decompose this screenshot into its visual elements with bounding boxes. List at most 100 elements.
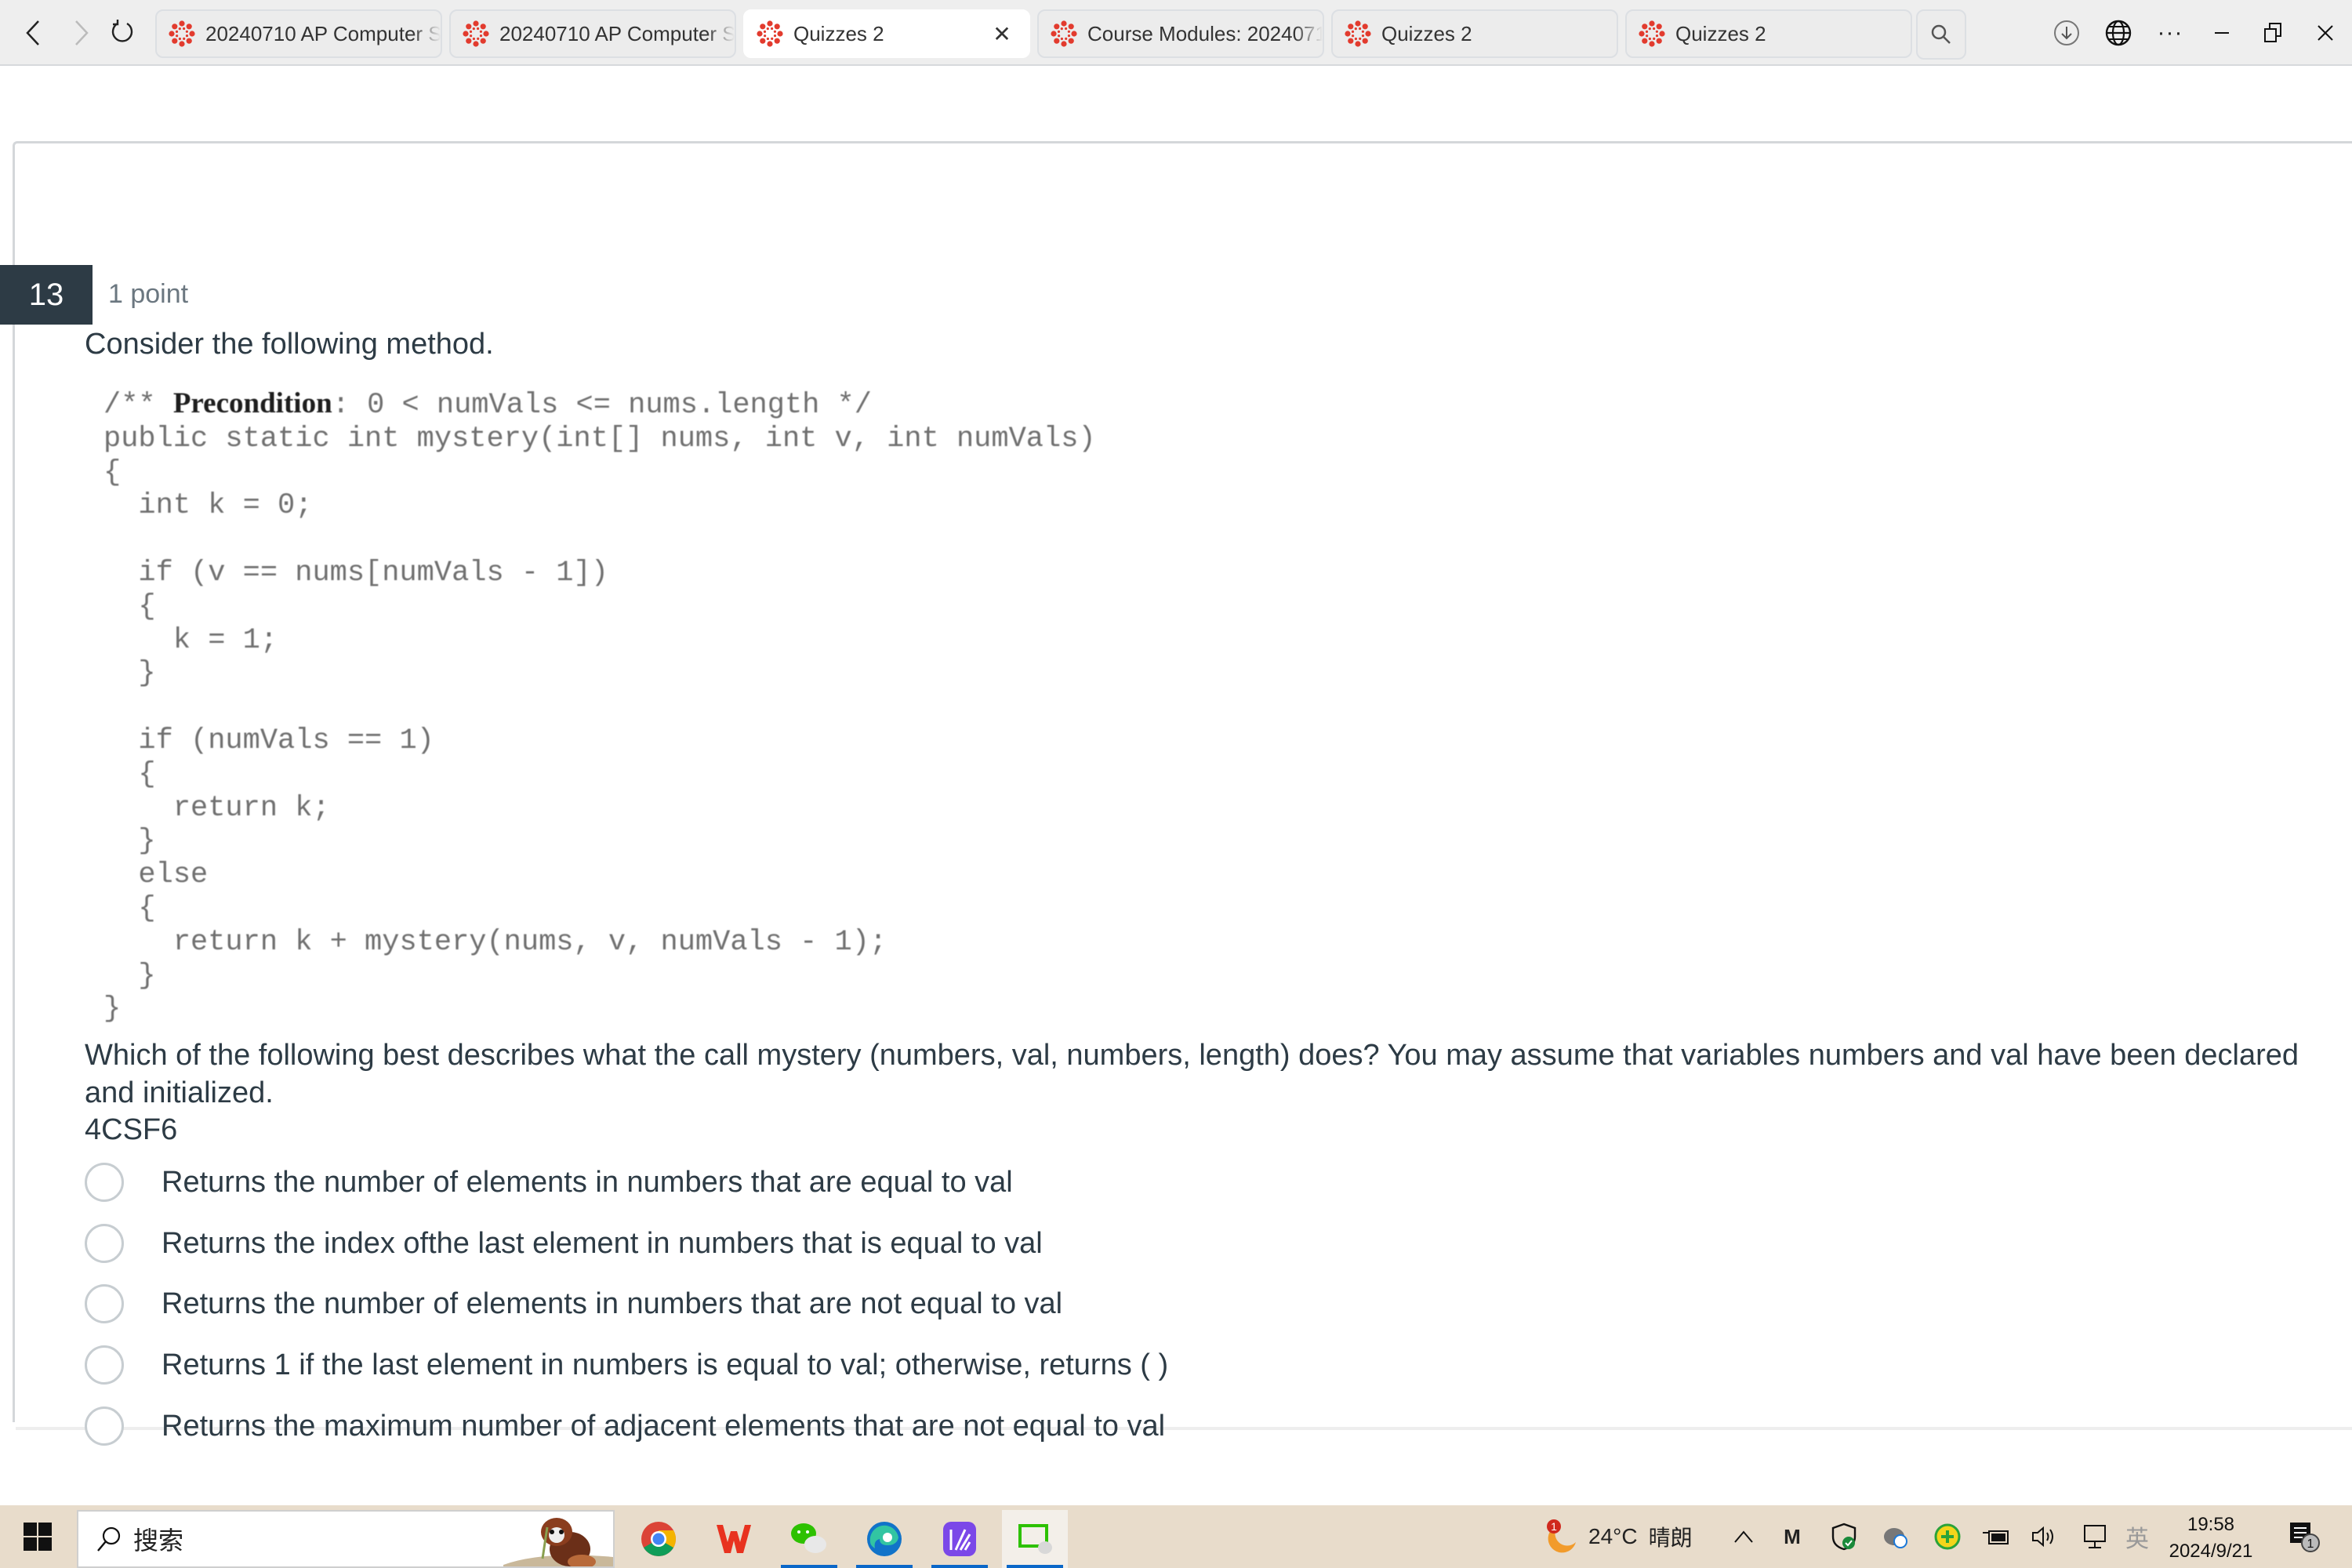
translate-button[interactable] — [2100, 14, 2137, 52]
code-line: return k; — [103, 791, 330, 825]
notification-icon: 1 — [2290, 1523, 2320, 1552]
tray-ime[interactable]: 英 — [2122, 1521, 2153, 1552]
answer-text: Returns 1 if the last element in numbers… — [162, 1348, 1169, 1381]
question-stem: Which of the following best describes wh… — [85, 1039, 2299, 1109]
browser-tab[interactable]: 20240710 AP Computer Science — [155, 9, 442, 58]
browser-tab-bar: 20240710 AP Computer Science 20240710 AP … — [0, 0, 2352, 66]
m-app-icon: M — [1784, 1524, 1801, 1548]
minimize-button[interactable] — [2203, 14, 2241, 52]
tray-m-app[interactable]: M — [1778, 1521, 1806, 1552]
code-line: } — [103, 959, 156, 993]
red-panda-illustration-icon — [503, 1518, 613, 1566]
code-line: int k = 0; — [103, 489, 313, 523]
clock-time: 19:58 — [2187, 1514, 2235, 1535]
taskbar-app-purple[interactable] — [927, 1510, 993, 1568]
more-button[interactable]: ··· — [2151, 14, 2189, 52]
browser-tab[interactable]: 20240710 AP Computer Science — [449, 9, 736, 58]
restore-button[interactable] — [2255, 14, 2292, 52]
forward-icon — [75, 20, 89, 45]
answer-option[interactable]: Returns the number of elements in number… — [85, 1280, 1062, 1327]
restore-icon — [2264, 23, 2281, 42]
question-points: 1 point — [108, 279, 189, 309]
taskbar-clock[interactable]: 19:58 2024/9/21 — [2156, 1512, 2266, 1565]
answer-text: Returns the index ofthe last element in … — [162, 1226, 1043, 1260]
back-icon — [26, 20, 39, 45]
browser-tab[interactable]: Quizzes 2 — [1331, 9, 1618, 58]
tray-overflow-button[interactable] — [1730, 1521, 1758, 1552]
answer-radio[interactable] — [85, 1345, 124, 1385]
code-line: } — [103, 657, 156, 691]
close-window-button[interactable] — [2307, 14, 2344, 52]
tray-network[interactable] — [2079, 1521, 2111, 1552]
refresh-icon — [111, 20, 133, 42]
taskbar-app-wps[interactable] — [701, 1510, 767, 1568]
tab-title: Course Modules: 20240710 — [1087, 21, 1323, 45]
windows-icon — [24, 1523, 52, 1551]
battery-plug-icon — [1983, 1530, 2009, 1544]
answer-text: Returns the number of elements in number… — [162, 1165, 1013, 1199]
code-line: { — [103, 891, 156, 925]
tray-green-app[interactable] — [1933, 1521, 1962, 1552]
more-icon: ··· — [2157, 20, 2183, 45]
code-comment-rest: : 0 < numVals <= nums.length */ — [332, 389, 872, 422]
clock-date: 2024/9/21 — [2169, 1541, 2253, 1562]
plus-circle-icon — [1934, 1523, 1961, 1550]
code-precondition-label: Precondition — [172, 387, 332, 419]
question-intro: Consider the following method. — [85, 328, 494, 361]
search-icon — [1931, 24, 1951, 44]
taskbar-app-chrome[interactable] — [626, 1510, 691, 1568]
running-indicator — [931, 1565, 988, 1568]
wechat-screen-icon — [1018, 1524, 1052, 1554]
volume-icon — [2032, 1526, 2053, 1548]
answer-option[interactable]: Returns the maximum number of adjacent e… — [85, 1403, 1165, 1450]
start-button[interactable] — [22, 1521, 53, 1552]
tray-security[interactable] — [1830, 1521, 1858, 1552]
browser-tab[interactable]: Course Modules: 20240710 — [1037, 9, 1324, 58]
weather-moon-icon: 1 — [1547, 1519, 1576, 1553]
forward-button[interactable] — [63, 14, 100, 52]
answer-radio[interactable] — [85, 1406, 124, 1446]
tab-search-button[interactable] — [1916, 9, 1966, 60]
notification-center-button[interactable]: 1 — [2285, 1521, 2324, 1552]
wechat-icon — [791, 1523, 826, 1553]
weather-widget[interactable]: 1 24°C 晴朗 — [1543, 1519, 1693, 1553]
taskbar-search-input[interactable]: 搜索 — [77, 1510, 615, 1568]
tray-battery[interactable] — [1980, 1521, 2012, 1552]
downloads-button[interactable] — [2048, 14, 2085, 52]
running-indicator — [856, 1565, 913, 1568]
tray-volume[interactable] — [2029, 1521, 2060, 1552]
answer-option[interactable]: Returns the number of elements in number… — [85, 1159, 1013, 1206]
canvas-logo-icon — [1345, 20, 1371, 47]
taskbar-app-wechat[interactable] — [776, 1510, 842, 1568]
notification-count: 1 — [2307, 1537, 2314, 1551]
answer-option[interactable]: Returns 1 if the last element in numbers… — [85, 1341, 1168, 1388]
code-line: { — [103, 757, 156, 791]
tab-title: Quizzes 2 — [1381, 21, 1472, 45]
answer-radio[interactable] — [85, 1284, 124, 1323]
code-line: else — [103, 858, 209, 892]
code-line: k = 1; — [103, 623, 278, 657]
code-line: if (numVals == 1) — [103, 724, 434, 757]
weather-condition: 晴朗 — [1648, 1526, 1693, 1550]
weather-badge: 1 — [1551, 1520, 1557, 1533]
browser-tab[interactable]: Quizzes 2 — [1625, 9, 1912, 58]
close-tab-button[interactable]: ✕ — [986, 21, 1018, 47]
canvas-logo-icon — [757, 20, 783, 47]
code-block: /** Precondition: 0 < numVals <= nums.le… — [103, 387, 1096, 1026]
canvas-logo-icon — [1051, 20, 1077, 47]
browser-tab[interactable]: Quizzes 2 ✕ — [743, 9, 1030, 58]
answer-radio[interactable] — [85, 1224, 124, 1263]
tray-onedrive[interactable] — [1882, 1521, 1910, 1552]
network-icon — [2084, 1525, 2106, 1548]
refresh-button[interactable] — [103, 14, 141, 52]
minimize-icon — [2215, 32, 2229, 34]
chrome-icon — [641, 1522, 676, 1556]
taskbar-app-edge[interactable] — [851, 1510, 917, 1568]
answer-option[interactable]: Returns the index ofthe last element in … — [85, 1220, 1043, 1267]
back-button[interactable] — [14, 14, 52, 52]
taskbar-app-wechat-screen[interactable] — [1002, 1510, 1068, 1568]
question-code-id: 4CSF6 — [85, 1113, 178, 1146]
tab-title: Quizzes 2 — [793, 21, 884, 45]
answer-radio[interactable] — [85, 1163, 124, 1202]
shield-icon — [1831, 1523, 1857, 1551]
